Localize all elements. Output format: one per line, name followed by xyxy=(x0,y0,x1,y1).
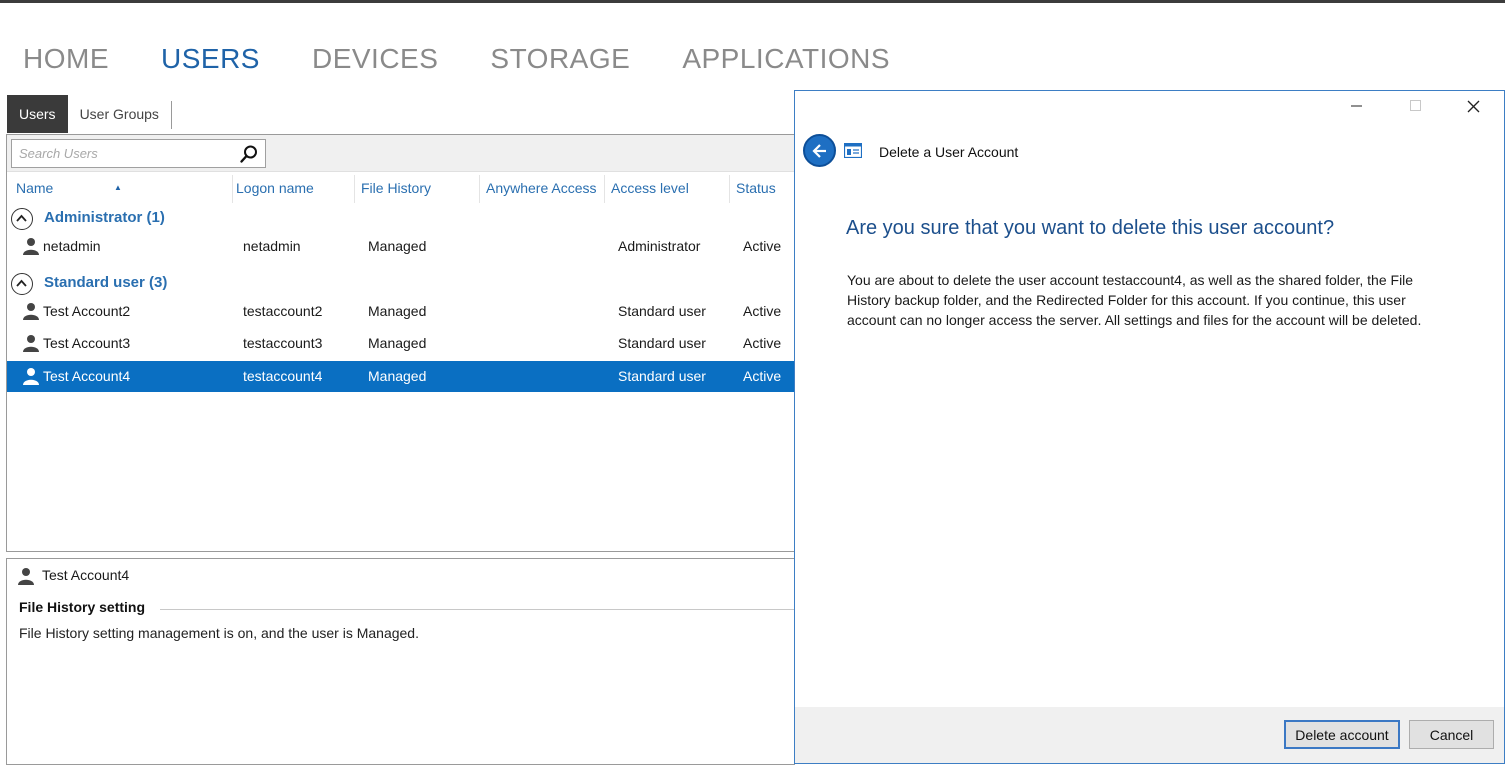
cell-logon: testaccount3 xyxy=(243,335,323,351)
collapse-chevron-icon[interactable] xyxy=(11,273,33,295)
minimize-icon xyxy=(1351,105,1362,107)
cell-access-level: Standard user xyxy=(618,303,706,319)
group-label: Standard user (3) xyxy=(44,274,168,291)
dialog-footer: Delete account Cancel xyxy=(795,707,1504,763)
user-icon xyxy=(18,568,34,585)
user-icon xyxy=(23,238,39,255)
cell-file-history: Managed xyxy=(368,368,427,384)
search-bar xyxy=(7,135,796,172)
cell-file-history: Managed xyxy=(368,303,427,319)
dialog-body-text: You are about to delete the user account… xyxy=(847,272,1422,328)
col-header-access-level-label: Access level xyxy=(611,180,689,196)
user-icon xyxy=(23,368,39,385)
section-divider xyxy=(160,609,796,610)
app-window-icon xyxy=(844,143,862,158)
users-list-pane: Name ▲ Logon name File History Anywhere … xyxy=(6,134,796,552)
cell-status: Active xyxy=(743,335,782,351)
column-headers: Name ▲ Logon name File History Anywhere … xyxy=(7,173,796,205)
cell-logon: testaccount2 xyxy=(243,303,323,319)
tab-user-groups[interactable]: User Groups xyxy=(68,95,171,133)
col-header-logon-label: Logon name xyxy=(236,180,314,196)
cell-access-level: Standard user xyxy=(618,335,706,351)
delete-user-dialog: Delete a User Account Are you sure that … xyxy=(794,90,1505,764)
cell-status: Active xyxy=(743,238,782,254)
details-user-name: Test Account4 xyxy=(42,567,130,583)
cell-logon: testaccount4 xyxy=(243,368,323,384)
cell-access-level: Administrator xyxy=(618,238,701,254)
tab-users[interactable]: Users xyxy=(7,95,68,133)
back-button[interactable] xyxy=(803,134,836,167)
cell-status: Active xyxy=(743,303,782,319)
details-pane: Test Account4 File History setting File … xyxy=(6,558,796,765)
col-header-anywhere-label: Anywhere Access xyxy=(486,180,597,196)
dialog-heading: Are you sure that you want to delete thi… xyxy=(846,217,1335,239)
close-button[interactable] xyxy=(1445,91,1501,121)
col-header-name-label: Name xyxy=(16,180,54,196)
col-header-name[interactable]: Name ▲ xyxy=(10,173,233,205)
col-header-logon[interactable]: Logon name xyxy=(230,173,355,205)
cell-name: Test Account4 xyxy=(43,368,131,384)
cell-file-history: Managed xyxy=(368,335,427,351)
search-input[interactable] xyxy=(12,140,234,167)
table-row-selected[interactable]: Test Account4 testaccount4 Managed Stand… xyxy=(7,361,796,392)
collapse-chevron-icon[interactable] xyxy=(11,208,33,230)
maximize-button[interactable] xyxy=(1387,91,1443,121)
cell-name: netadmin xyxy=(43,238,101,254)
sort-ascending-icon: ▲ xyxy=(114,183,122,192)
cell-name: Test Account3 xyxy=(43,335,131,351)
col-header-file-history[interactable]: File History xyxy=(355,173,480,205)
maximize-icon xyxy=(1410,100,1421,111)
dialog-title: Delete a User Account xyxy=(879,144,1019,160)
search-box xyxy=(11,139,266,168)
table-row[interactable]: Test Account3 testaccount3 Managed Stand… xyxy=(7,328,796,359)
col-header-anywhere-access[interactable]: Anywhere Access xyxy=(480,173,605,205)
tab-divider xyxy=(170,101,172,129)
main-nav: HOME USERS DEVICES STORAGE APPLICATIONS xyxy=(23,40,942,80)
col-header-access-level[interactable]: Access level xyxy=(605,173,730,205)
sub-tabs: Users User Groups xyxy=(7,95,172,133)
nav-storage[interactable]: STORAGE xyxy=(490,40,630,80)
table-row[interactable]: netadmin netadmin Managed Administrator … xyxy=(7,231,796,262)
cell-name: Test Account2 xyxy=(43,303,131,319)
cancel-button[interactable]: Cancel xyxy=(1409,720,1494,749)
window-top-border xyxy=(0,0,1505,3)
details-section-text: File History setting management is on, a… xyxy=(19,625,419,641)
cell-file-history: Managed xyxy=(368,238,427,254)
col-header-status-label: Status xyxy=(736,180,776,196)
delete-account-button[interactable]: Delete account xyxy=(1284,720,1400,749)
cell-access-level: Standard user xyxy=(618,368,706,384)
back-arrow-icon xyxy=(812,144,826,158)
table-row[interactable]: Test Account2 testaccount2 Managed Stand… xyxy=(7,296,796,327)
close-icon xyxy=(1467,100,1480,113)
col-header-status[interactable]: Status xyxy=(730,173,796,205)
details-section-heading: File History setting xyxy=(19,599,146,615)
nav-devices[interactable]: DEVICES xyxy=(312,40,438,80)
user-icon xyxy=(23,335,39,352)
group-label: Administrator (1) xyxy=(44,209,165,226)
nav-home[interactable]: HOME xyxy=(23,40,109,80)
cell-logon: netadmin xyxy=(243,238,301,254)
col-header-file-history-label: File History xyxy=(361,180,432,196)
user-icon xyxy=(23,303,39,320)
minimize-button[interactable] xyxy=(1329,91,1385,121)
nav-applications[interactable]: APPLICATIONS xyxy=(682,40,890,80)
search-icon[interactable] xyxy=(239,144,259,164)
nav-users[interactable]: USERS xyxy=(161,40,260,80)
cell-status: Active xyxy=(743,368,782,384)
